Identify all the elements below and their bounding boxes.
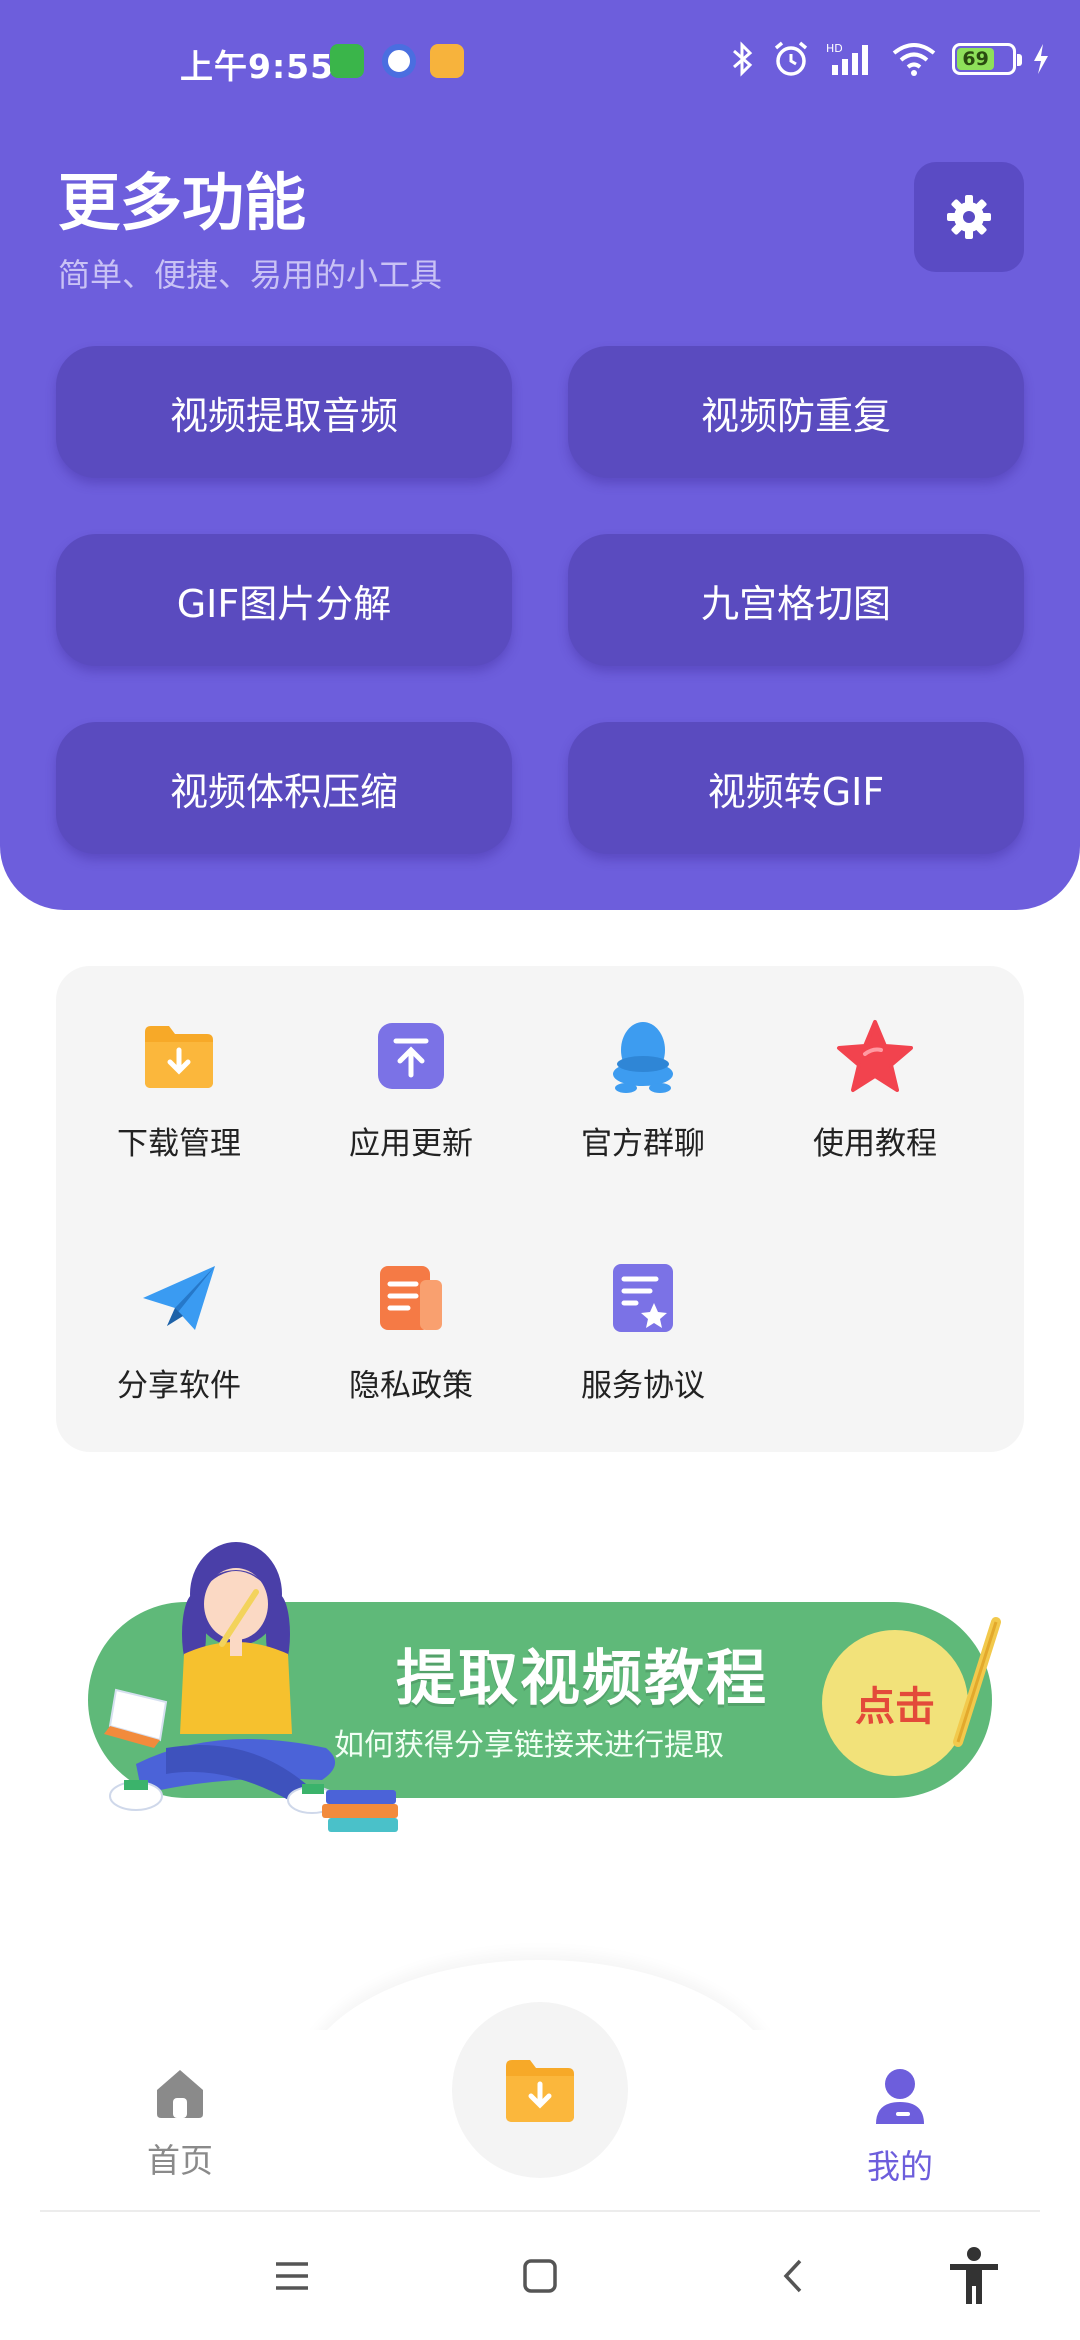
- pencil-icon: [953, 1617, 1001, 1747]
- nav-download-button[interactable]: [452, 2002, 628, 2178]
- download-folder-icon: [506, 2060, 574, 2122]
- feature-label: 官方群聊: [581, 1126, 705, 1162]
- battery-icon: 69: [952, 43, 1022, 75]
- battery-level: 69: [957, 48, 995, 70]
- wifi-icon: [892, 43, 936, 76]
- page-subtitle: 简单、便捷、易用的小工具: [58, 256, 443, 294]
- feature-privacy-policy[interactable]: 隐私政策: [296, 1258, 526, 1405]
- page-title: 更多功能: [58, 166, 307, 239]
- feature-tutorial[interactable]: 使用教程: [760, 1016, 990, 1163]
- back-icon[interactable]: [778, 2258, 808, 2294]
- feature-app-update[interactable]: 应用更新: [296, 1016, 526, 1163]
- nav-home[interactable]: 首页: [100, 2066, 260, 2182]
- banner-subtitle: 如何获得分享链接来进行提取: [334, 1728, 724, 1763]
- banner-title: 提取视频教程: [396, 1644, 768, 1714]
- feature-label: 隐私政策: [349, 1368, 473, 1404]
- menu-icon[interactable]: [274, 2258, 310, 2294]
- home-icon: [157, 2070, 203, 2118]
- bluetooth-icon: [733, 41, 753, 77]
- feature-label: 服务协议: [581, 1368, 705, 1404]
- feature-label: 使用教程: [813, 1126, 937, 1162]
- nav-mine-label: 我的: [867, 2147, 933, 2186]
- feature-label: 应用更新: [349, 1126, 473, 1162]
- tool-gif-split-button[interactable]: GIF图片分解: [56, 534, 512, 666]
- android-app-icon: [330, 44, 364, 78]
- gear-icon: [947, 195, 991, 239]
- tool-video-extract-audio-button[interactable]: 视频提取音频: [56, 346, 512, 478]
- settings-button[interactable]: [914, 162, 1024, 272]
- tool-video-compress-button[interactable]: 视频体积压缩: [56, 722, 512, 854]
- user-icon: [876, 2069, 924, 2124]
- upload-icon: [378, 1023, 444, 1089]
- feature-label: 分享软件: [117, 1368, 241, 1404]
- feature-official-group[interactable]: 官方群聊: [528, 1016, 758, 1163]
- feature-share-app[interactable]: 分享软件: [64, 1258, 294, 1405]
- tool-video-to-gif-button[interactable]: 视频转GIF: [568, 722, 1024, 854]
- document-icon: [380, 1266, 442, 1330]
- header: 上午9:55 HD 69 更多功能 简单、便捷、易用的小工具 视频提取音频 视频…: [0, 0, 1080, 910]
- tool-video-dedup-button[interactable]: 视频防重复: [568, 346, 1024, 478]
- tool-nine-grid-button[interactable]: 九宫格切图: [568, 534, 1024, 666]
- svg-text:HD: HD: [826, 42, 843, 55]
- home-square-icon[interactable]: [522, 2258, 558, 2294]
- paper-plane-icon: [143, 1266, 215, 1330]
- browser-app-icon: [382, 44, 416, 78]
- feature-label: 下载管理: [117, 1126, 241, 1162]
- charging-icon: [1034, 44, 1048, 74]
- download-folder-icon: [145, 1026, 213, 1088]
- agreement-star-icon: [613, 1264, 673, 1332]
- star-icon: [837, 1020, 913, 1092]
- girl-reading-illustration: [104, 1542, 398, 1832]
- gallery-app-icon: [430, 44, 464, 78]
- signal-icon: HD: [826, 42, 868, 75]
- nav-mine[interactable]: 我的: [820, 2066, 980, 2188]
- feature-service-agreement[interactable]: 服务协议: [528, 1258, 758, 1405]
- nav-home-label: 首页: [147, 2141, 213, 2180]
- qq-penguin-icon: [613, 1022, 673, 1093]
- feature-download-manager[interactable]: 下载管理: [64, 1016, 294, 1163]
- alarm-icon: [774, 41, 808, 76]
- system-nav-bar: [0, 2212, 1080, 2340]
- feature-grid: 下载管理 应用更新 官方群聊 使用教程 分享软件 隐私政策 服务协议: [56, 966, 1024, 1452]
- status-time: 上午9:55: [180, 47, 335, 86]
- status-bar: 上午9:55 HD 69: [0, 30, 1080, 94]
- accessibility-icon[interactable]: [946, 2246, 1002, 2306]
